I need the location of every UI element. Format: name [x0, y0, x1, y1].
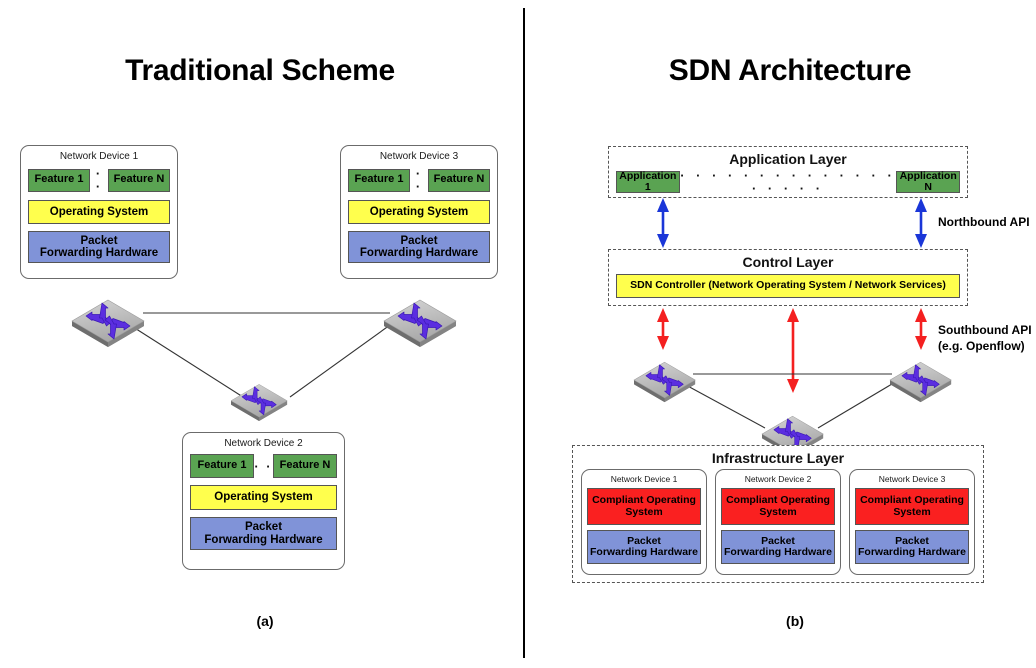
application-layer-box: Application Layer Application 1 · · · · …: [608, 146, 968, 198]
feature-row: Feature 1 · · Feature N: [190, 454, 337, 478]
northbound-api-label: Northbound API: [938, 215, 1030, 229]
compliant-os-band: Compliant Operating System: [721, 488, 835, 525]
device-title: Network Device 3: [878, 474, 946, 484]
left-panel-caption: (a): [256, 613, 274, 629]
compliant-os-line-2: System: [625, 505, 663, 518]
right-topology-links: [683, 373, 893, 429]
feature-row: Feature 1 · · Feature N: [348, 167, 490, 193]
packet-forwarding-hardware-band: Packet Forwarding Hardware: [28, 231, 170, 263]
hw-line-1: Packet: [80, 234, 118, 247]
device-title: Network Device 2: [224, 438, 303, 449]
hw-line-2: Forwarding Hardware: [724, 546, 832, 558]
device-card-infra-1: Network Device 1 Compliant Operating Sys…: [581, 469, 707, 575]
infrastructure-layer-box: Infrastructure Layer Network Device 1 Co…: [572, 445, 984, 583]
infrastructure-layer-title: Infrastructure Layer: [711, 450, 845, 466]
feature-row: Feature 1 · · Feature N: [28, 167, 170, 193]
compliant-os-line-1: Compliant Operating: [860, 494, 964, 507]
feature-first-badge: Feature 1: [28, 168, 90, 192]
feature-first-badge: Feature 1: [348, 168, 410, 192]
hw-line-2: Forwarding Hardware: [204, 533, 323, 546]
northbound-arrow-right: [915, 198, 927, 248]
device-card-network-device-2: Network Device 2 Feature 1 · · Feature N…: [182, 432, 345, 570]
compliant-os-band: Compliant Operating System: [587, 488, 701, 525]
hw-line-2: Forwarding Hardware: [858, 546, 966, 558]
switch-icon-left-1: [71, 299, 145, 348]
device-card-infra-2: Network Device 2 Compliant Operating Sys…: [715, 469, 841, 575]
device-card-network-device-1: Network Device 1 Feature 1 · · Feature N…: [20, 145, 178, 279]
left-panel-title: Traditional Scheme: [125, 54, 395, 87]
northbound-arrow-left: [657, 198, 669, 248]
packet-forwarding-hardware-band: Packet Forwarding Hardware: [190, 517, 337, 550]
operating-system-band: Operating System: [190, 485, 337, 510]
device-title: Network Device 3: [379, 151, 459, 162]
packet-forwarding-hardware-band: Packet Forwarding Hardware: [855, 530, 969, 564]
southbound-api-line-1: Southbound API: [938, 323, 1032, 337]
feature-ellipsis: · ·: [254, 458, 273, 474]
switch-icon-right-2: [889, 361, 952, 403]
feature-ellipsis: · ·: [95, 166, 103, 194]
feature-last-badge: Feature N: [428, 168, 490, 192]
device-title: Network Device 2: [744, 474, 812, 484]
application-1-box: Application 1: [616, 170, 680, 193]
feature-first-badge: Feature 1: [190, 454, 254, 478]
left-topology-links: [129, 312, 391, 398]
switch-icon-left-3: [230, 384, 288, 422]
operating-system-band: Operating System: [28, 200, 170, 224]
southbound-arrow-left: [657, 308, 669, 350]
switch-icon-left-2: [383, 299, 457, 348]
hw-line-2: Forwarding Hardware: [359, 247, 479, 259]
hw-line-1: Packet: [244, 521, 283, 534]
right-panel-title: SDN Architecture: [668, 54, 912, 87]
operating-system-band: Operating System: [348, 200, 490, 224]
compliant-os-line-2: System: [759, 505, 797, 518]
application-n-box: Application N: [896, 170, 961, 193]
control-layer-box: Control Layer SDN Controller (Network Op…: [608, 249, 968, 306]
southbound-api-line-2: (e.g. Openflow): [938, 339, 1025, 353]
southbound-api-label: Southbound API (e.g. Openflow): [938, 322, 1032, 354]
application-layer-title: Application Layer: [729, 151, 847, 167]
hw-line-1: Packet: [400, 234, 438, 247]
device-title: Network Device 1: [610, 474, 678, 484]
packet-forwarding-hardware-band: Packet Forwarding Hardware: [348, 231, 490, 263]
application-ellipsis: · · · · · · · · · · · · · · · · · · ·: [680, 168, 896, 196]
compliant-os-line-1: Compliant Operating: [592, 494, 696, 507]
device-card-infra-3: Network Device 3 Compliant Operating Sys…: [849, 469, 975, 575]
compliant-os-line-1: Compliant Operating: [726, 494, 830, 507]
hw-line-2: Forwarding Hardware: [39, 247, 159, 259]
packet-forwarding-hardware-band: Packet Forwarding Hardware: [721, 530, 835, 564]
device-title: Network Device 1: [59, 151, 139, 162]
sdn-controller-box: SDN Controller (Network Operating System…: [616, 274, 960, 298]
right-panel-caption: (b): [786, 613, 804, 629]
compliant-os-line-2: System: [893, 505, 931, 518]
feature-last-badge: Feature N: [273, 454, 337, 478]
southbound-arrow-center: [787, 308, 799, 393]
packet-forwarding-hardware-band: Packet Forwarding Hardware: [587, 530, 701, 564]
compliant-os-band: Compliant Operating System: [855, 488, 969, 525]
device-card-network-device-3: Network Device 3 Feature 1 · · Feature N…: [340, 145, 498, 279]
feature-ellipsis: · ·: [415, 166, 423, 194]
control-layer-title: Control Layer: [742, 254, 834, 270]
panel-divider: [523, 8, 525, 658]
feature-last-badge: Feature N: [108, 168, 170, 192]
switch-icon-right-1: [633, 361, 696, 403]
southbound-arrow-right: [915, 308, 927, 350]
hw-line-2: Forwarding Hardware: [590, 546, 698, 558]
figure-canvas: Traditional Scheme Network Device 1 Feat…: [0, 0, 1036, 668]
